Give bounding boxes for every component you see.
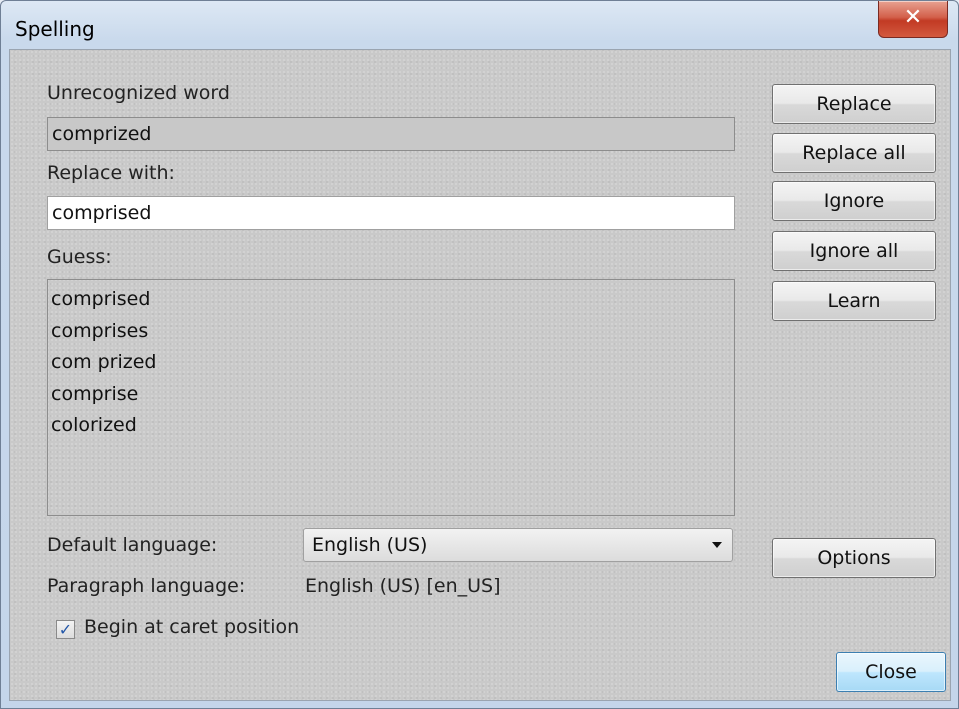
chevron-down-icon [712, 542, 722, 548]
unrecognized-word-field: comprized [47, 117, 735, 151]
replace-with-label: Replace with: [47, 162, 175, 184]
guess-listbox[interactable]: comprised comprises com prized comprise … [47, 279, 735, 516]
paragraph-language-value: English (US) [en_US] [305, 575, 501, 597]
begin-at-caret-label[interactable]: Begin at caret position [84, 616, 299, 638]
learn-button[interactable]: Learn [772, 281, 936, 321]
paragraph-language-label: Paragraph language: [47, 575, 246, 597]
guess-label: Guess: [47, 246, 112, 268]
default-language-value: English (US) [312, 534, 428, 556]
replace-button[interactable]: Replace [772, 84, 936, 124]
options-button[interactable]: Options [772, 538, 936, 578]
checkmark-icon: ✓ [58, 620, 73, 639]
ignore-all-button[interactable]: Ignore all [772, 231, 936, 271]
list-item[interactable]: comprised [51, 284, 731, 316]
list-item[interactable]: comprise [51, 379, 731, 411]
close-icon: ✕ [903, 5, 923, 30]
begin-at-caret-checkbox[interactable]: ✓ [56, 620, 75, 639]
list-item[interactable]: colorized [51, 410, 731, 442]
window-title: Spelling [15, 17, 95, 41]
spelling-dialog: Spelling ✕ Unrecognized word comprized R… [0, 0, 959, 709]
default-language-select[interactable]: English (US) [303, 528, 733, 562]
list-item[interactable]: com prized [51, 347, 731, 379]
ignore-button[interactable]: Ignore [772, 181, 936, 221]
window-close-button[interactable]: ✕ [878, 1, 948, 38]
unrecognized-word-label: Unrecognized word [47, 82, 230, 104]
replace-all-button[interactable]: Replace all [772, 133, 936, 173]
replace-with-input[interactable]: comprised [47, 196, 735, 230]
default-language-label: Default language: [47, 534, 218, 556]
dialog-body: Unrecognized word comprized Replace with… [9, 49, 951, 701]
close-button[interactable]: Close [836, 652, 946, 692]
list-item[interactable]: comprises [51, 316, 731, 348]
